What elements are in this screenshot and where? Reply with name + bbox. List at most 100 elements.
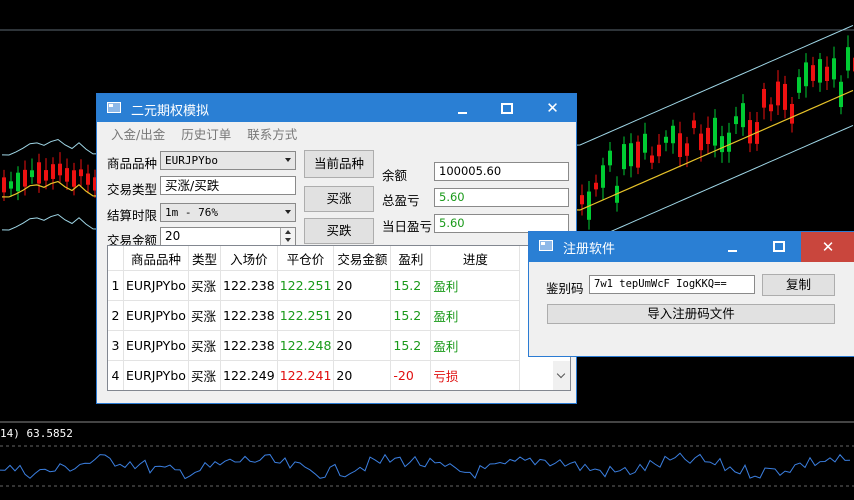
cell-type: 买涨 bbox=[188, 360, 221, 390]
candle bbox=[629, 143, 633, 167]
cell-close: 122.251 bbox=[277, 300, 335, 331]
main-titlebar[interactable]: 二元期权模拟 ✕ bbox=[97, 94, 576, 122]
menu-order-history[interactable]: 历史订单 bbox=[181, 127, 231, 142]
settle-select-value: 1m - 76% bbox=[165, 206, 218, 219]
copy-button[interactable]: 复制 bbox=[762, 274, 835, 296]
candle bbox=[811, 65, 815, 81]
arrow-up-icon bbox=[285, 230, 291, 234]
app-icon bbox=[539, 240, 553, 251]
candle bbox=[832, 58, 836, 80]
register-window-title: 注册软件 bbox=[563, 242, 616, 257]
total-profit-label: 总盈亏 bbox=[382, 193, 420, 208]
minimize-icon[interactable] bbox=[709, 232, 755, 260]
table-row[interactable]: 4 EURJPYbo 买涨 122.249 122.241 20 -20 亏损 bbox=[108, 360, 521, 390]
row-number: 3 bbox=[108, 330, 124, 361]
cell-type: 买涨 bbox=[188, 300, 221, 331]
close-icon[interactable]: ✕ bbox=[801, 232, 854, 262]
candle bbox=[720, 136, 724, 153]
candle bbox=[657, 144, 661, 157]
current-product-button[interactable]: 当前品种 bbox=[304, 150, 374, 178]
candle bbox=[804, 62, 808, 87]
minimize-icon[interactable] bbox=[440, 94, 484, 122]
chevron-down-icon bbox=[285, 158, 291, 162]
candle bbox=[594, 182, 598, 190]
balance-label: 余额 bbox=[382, 168, 408, 183]
candle bbox=[818, 59, 822, 83]
candle bbox=[671, 125, 675, 144]
cell-profit: -20 bbox=[390, 360, 432, 390]
cell-status: 盈利 bbox=[430, 270, 521, 301]
candle bbox=[797, 77, 801, 93]
cell-entry: 122.238 bbox=[220, 330, 278, 361]
trade-type-label: 交易类型 bbox=[107, 182, 158, 197]
candle bbox=[769, 104, 773, 112]
candle bbox=[72, 170, 76, 187]
col-header-profit[interactable]: 盈利 bbox=[390, 246, 432, 271]
trade-type-field[interactable]: 买涨/买跌 bbox=[160, 176, 296, 195]
maximize-icon[interactable] bbox=[755, 232, 801, 260]
candle bbox=[650, 155, 654, 163]
row-number: 1 bbox=[108, 270, 124, 301]
candle bbox=[30, 170, 34, 178]
col-header-amount[interactable]: 交易金额 bbox=[333, 246, 392, 271]
cell-product: EURJPYbo bbox=[123, 360, 189, 390]
settle-select[interactable]: 1m - 76% bbox=[160, 203, 296, 222]
code-field[interactable]: 7w1 tepUmWcF IogKKQ== bbox=[589, 275, 755, 294]
cell-product: EURJPYbo bbox=[123, 300, 189, 331]
candle bbox=[678, 133, 682, 158]
settle-label: 结算时限 bbox=[107, 208, 158, 223]
candle bbox=[783, 83, 787, 110]
table-row[interactable]: 1 EURJPYbo 买涨 122.238 122.251 20 15.2 盈利 bbox=[108, 270, 521, 301]
buy-up-button[interactable]: 买涨 bbox=[304, 186, 374, 212]
product-label: 商品品种 bbox=[107, 156, 158, 171]
col-header-rownum bbox=[108, 246, 124, 271]
row-number: 4 bbox=[108, 360, 124, 390]
today-profit-label: 当日盈亏 bbox=[382, 219, 433, 234]
menu-contact[interactable]: 联系方式 bbox=[247, 127, 297, 142]
candle bbox=[846, 47, 850, 71]
oscillator-line bbox=[0, 452, 851, 480]
product-select-value: EURJPYbo bbox=[165, 154, 218, 167]
candle bbox=[622, 144, 626, 170]
total-profit-field: 5.60 bbox=[434, 188, 569, 207]
col-header-status[interactable]: 进度 bbox=[430, 246, 521, 271]
candle bbox=[727, 132, 731, 152]
menu-deposit-withdraw[interactable]: 入金/出金 bbox=[111, 127, 165, 142]
table-row[interactable]: 3 EURJPYbo 买涨 122.238 122.248 20 15.2 盈利 bbox=[108, 330, 521, 361]
candle bbox=[643, 133, 647, 153]
cell-status: 盈利 bbox=[430, 330, 521, 361]
import-code-file-button[interactable]: 导入注册码文件 bbox=[547, 304, 835, 324]
candle bbox=[748, 120, 752, 144]
col-header-type[interactable]: 类型 bbox=[188, 246, 221, 271]
close-icon[interactable]: ✕ bbox=[529, 94, 576, 122]
candle bbox=[636, 141, 640, 168]
amount-value: 20 bbox=[165, 229, 181, 243]
product-select[interactable]: EURJPYbo bbox=[160, 151, 296, 170]
cell-amount: 20 bbox=[333, 360, 392, 390]
col-header-close[interactable]: 平仓价 bbox=[277, 246, 335, 271]
orders-table[interactable]: 商品品种 类型 入场价 平仓价 交易金额 盈利 进度 1 EURJPYbo 买涨… bbox=[107, 245, 571, 391]
register-titlebar[interactable]: 注册软件 ✕ bbox=[529, 232, 854, 262]
menu-bar: 入金/出金 历史订单 联系方式 bbox=[111, 124, 309, 143]
main-window-title: 二元期权模拟 bbox=[131, 104, 210, 119]
maximize-icon[interactable] bbox=[484, 94, 528, 122]
buy-down-button[interactable]: 买跌 bbox=[304, 218, 374, 244]
amount-input[interactable]: 20 bbox=[160, 227, 296, 246]
col-header-product[interactable]: 商品品种 bbox=[123, 246, 189, 271]
candle bbox=[699, 133, 703, 151]
table-row[interactable]: 2 EURJPYbo 买涨 122.238 122.251 20 15.2 盈利 bbox=[108, 300, 521, 331]
col-header-entry[interactable]: 入场价 bbox=[220, 246, 278, 271]
cell-status: 盈利 bbox=[430, 300, 521, 331]
candle bbox=[9, 181, 13, 189]
binary-options-window: 二元期权模拟 ✕ 入金/出金 历史订单 联系方式 商品品种 EURJPYbo 交… bbox=[96, 93, 577, 404]
cell-product: EURJPYbo bbox=[123, 270, 189, 301]
cell-entry: 122.238 bbox=[220, 300, 278, 331]
cell-profit: 15.2 bbox=[390, 270, 432, 301]
candle bbox=[706, 127, 710, 145]
cell-entry: 122.249 bbox=[220, 360, 278, 390]
table-scrollbar[interactable] bbox=[553, 361, 570, 390]
candle bbox=[16, 172, 20, 192]
cell-amount: 20 bbox=[333, 330, 392, 361]
cell-entry: 122.238 bbox=[220, 270, 278, 301]
amount-stepper[interactable] bbox=[280, 228, 295, 245]
